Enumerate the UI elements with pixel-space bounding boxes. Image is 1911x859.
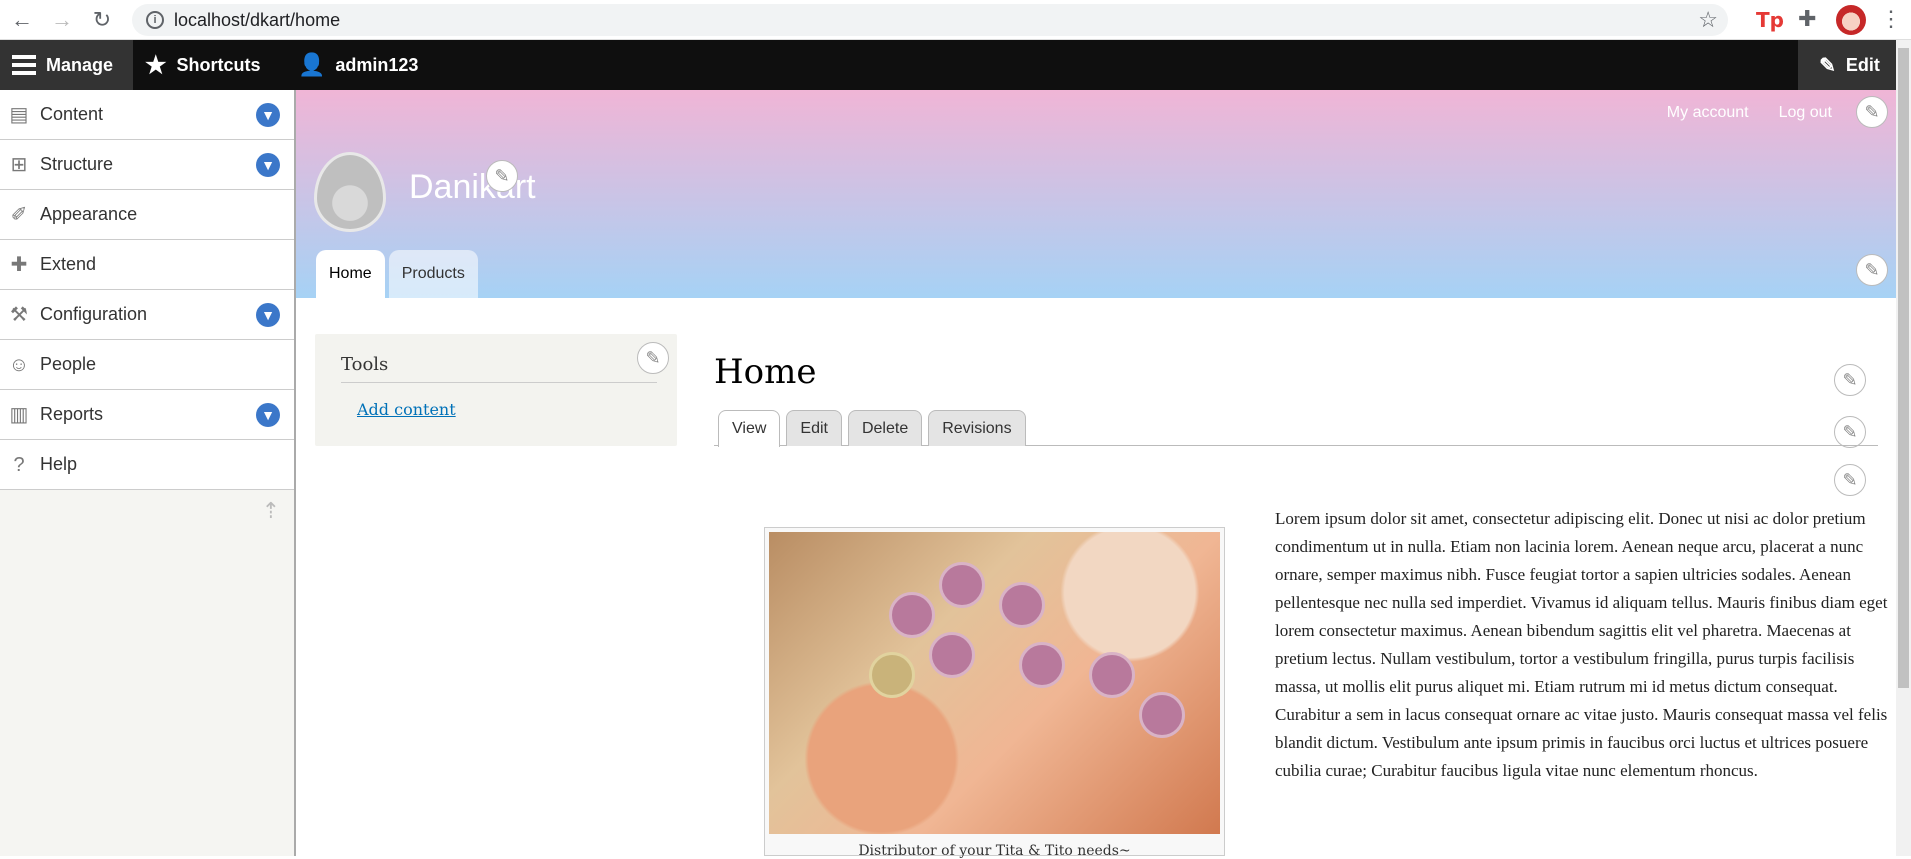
sidebar-item-label: Appearance (40, 204, 138, 224)
hamburger-icon (12, 55, 36, 75)
contextual-edit-icon[interactable]: ✎ (1856, 96, 1888, 128)
file-icon: ▤ (9, 104, 29, 126)
admin-toolbar: Manage ★ Shortcuts 👤 admin123 ✎ Edit (0, 40, 1911, 90)
sidebar-item-reports[interactable]: ▥ Reports ▼ (0, 390, 294, 440)
edit-label: Edit (1845, 54, 1880, 75)
add-content-link[interactable]: Add content (357, 400, 456, 419)
puzzle-icon: ✚ (10, 254, 28, 276)
tab-edit[interactable]: Edit (786, 410, 842, 446)
user-button[interactable]: 👤 admin123 (286, 40, 430, 90)
pencil-icon: ✎ (1819, 54, 1836, 77)
sitemap-icon: ⊞ (10, 154, 28, 176)
site-header: My account Log out ✎ Danikart ✎ ✎ Home P… (296, 90, 1896, 298)
product-jar (999, 582, 1045, 628)
contextual-edit-icon[interactable]: ✎ (486, 160, 518, 192)
sidebar-item-label: Content (40, 104, 104, 124)
divider (341, 382, 657, 383)
tab-delete[interactable]: Delete (847, 410, 923, 446)
help-icon: ? (13, 454, 25, 476)
cosmetics-photo (769, 532, 1220, 834)
chevron-down-icon[interactable]: ▼ (256, 303, 280, 327)
chevron-down-icon[interactable]: ▼ (256, 103, 280, 127)
sidebar-item-label: Extend (40, 254, 97, 274)
tools-block: Tools Add content ✎ (315, 334, 677, 446)
sidebar-item-people[interactable]: ☺ People (0, 340, 294, 390)
sidebar-item-help[interactable]: ? Help (0, 440, 294, 490)
sidebar-item-label: Structure (40, 154, 114, 174)
sidebar-item-label: Help (40, 454, 78, 474)
page-scrollbar[interactable] (1896, 40, 1911, 856)
edit-mode-button[interactable]: ✎ Edit (1798, 40, 1901, 90)
contextual-edit-icon[interactable]: ✎ (1834, 364, 1866, 396)
reload-icon[interactable]: ↻ (90, 8, 114, 32)
tab-view[interactable]: View (718, 410, 781, 447)
log-out-link[interactable]: Log out (1779, 104, 1832, 122)
product-jar (1089, 652, 1135, 698)
product-figure: Distributor of your Tita & Tito needs~ (764, 527, 1225, 859)
back-icon[interactable]: ← (10, 8, 34, 32)
forward-icon[interactable]: → (50, 8, 74, 32)
drupal-logo[interactable] (314, 152, 386, 232)
browser-menu-icon[interactable]: ⋮ (1880, 6, 1902, 32)
bookmark-star-icon[interactable]: ☆ (1698, 7, 1718, 33)
product-jar (889, 592, 935, 638)
main-navigation: Home Products (316, 250, 478, 298)
product-jar (929, 632, 975, 678)
site-info-icon[interactable]: i (146, 11, 164, 29)
shortcuts-button[interactable]: ★ Shortcuts (133, 40, 273, 90)
product-jar (1139, 692, 1185, 738)
chevron-down-icon[interactable]: ▼ (256, 153, 280, 177)
extensions-puzzle-icon[interactable]: ✚ (1798, 6, 1816, 32)
star-icon: ★ (145, 51, 167, 79)
contextual-edit-icon[interactable]: ✎ (637, 342, 669, 374)
sidebar-item-label: Reports (40, 404, 104, 424)
sidebar-item-extend[interactable]: ✚ Extend (0, 240, 294, 290)
manage-button[interactable]: Manage (0, 40, 133, 90)
product-jar (939, 562, 985, 608)
tab-revisions[interactable]: Revisions (928, 410, 1026, 446)
sidebar-item-label: Configuration (40, 304, 148, 324)
shortcuts-label: Shortcuts (176, 54, 261, 75)
people-icon: ☺ (8, 354, 30, 376)
nav-tab-home[interactable]: Home (316, 250, 385, 298)
page-title: Home (714, 352, 817, 392)
contextual-edit-icon[interactable]: ✎ (1856, 254, 1888, 286)
local-tasks: View Edit Delete Revisions (714, 406, 1878, 447)
figure-caption: Distributor of your Tita & Tito needs~ (858, 843, 1131, 859)
sidebar-item-structure[interactable]: ⊞ Structure ▼ (0, 140, 294, 190)
contextual-edit-icon[interactable]: ✎ (1834, 464, 1866, 496)
sidebar-item-content[interactable]: ▤ Content ▼ (0, 90, 294, 140)
bar-chart-icon: ▥ (9, 404, 29, 426)
my-account-link[interactable]: My account (1667, 104, 1749, 122)
collapse-sidebar-icon[interactable]: ⇡ (262, 498, 280, 524)
address-bar[interactable]: i localhost/dkart/home ☆ (132, 4, 1728, 36)
nav-tab-products[interactable]: Products (388, 250, 478, 298)
wrench-icon: ⚒ (10, 304, 28, 326)
tools-title: Tools (341, 354, 389, 375)
sidebar-item-configuration[interactable]: ⚒ Configuration ▼ (0, 290, 294, 340)
product-jar (869, 652, 915, 698)
url-text: localhost/dkart/home (174, 10, 341, 30)
profile-avatar[interactable] (1836, 5, 1866, 35)
manage-label: Manage (46, 54, 114, 75)
product-jar (1019, 642, 1065, 688)
admin-sidebar: ▤ Content ▼ ⊞ Structure ▼ ✐ Appearance ✚… (0, 90, 296, 856)
scrollbar-thumb[interactable] (1898, 48, 1909, 688)
extension-tp-icon[interactable]: Tp (1756, 8, 1784, 32)
chevron-down-icon[interactable]: ▼ (256, 403, 280, 427)
account-menu: My account Log out (1667, 104, 1832, 122)
sidebar-item-label: People (40, 354, 97, 374)
body-text: Lorem ipsum dolor sit amet, consectetur … (1275, 509, 1888, 780)
user-label: admin123 (335, 54, 419, 75)
browser-chrome: ← → ↻ i localhost/dkart/home ☆ Tp ✚ ⋮ (0, 0, 1911, 40)
paintbrush-icon: ✐ (10, 204, 28, 226)
user-icon: 👤 (298, 52, 326, 77)
sidebar-item-appearance[interactable]: ✐ Appearance (0, 190, 294, 240)
